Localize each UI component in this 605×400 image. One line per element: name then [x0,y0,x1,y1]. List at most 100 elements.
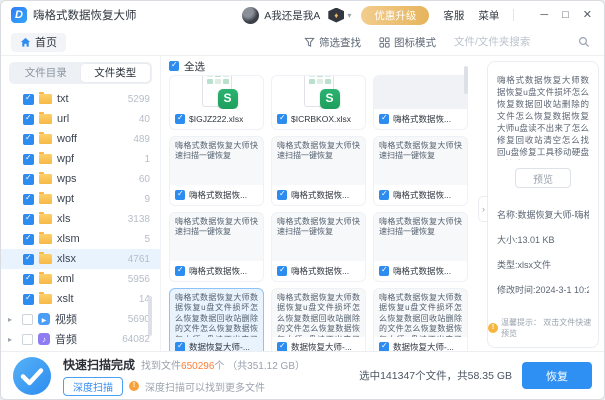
maximize-button[interactable]: □ [562,10,569,21]
checkbox[interactable] [23,214,34,225]
checkbox[interactable] [277,266,287,276]
file-card[interactable]: 嗨格式数据恢复大师快速扫描一键恢复嗨格式数据恢... [169,136,264,206]
checkbox[interactable] [277,342,287,351]
checkbox[interactable] [175,190,185,200]
filter-label: 筛选查找 [319,35,361,50]
deep-scan-button[interactable]: 深度扫描 [63,377,123,396]
checkbox[interactable] [379,342,389,351]
sidebar-item-url[interactable]: url40 [1,109,160,129]
excel-badge-icon: S [320,89,340,109]
file-card[interactable]: 嗨格式数据恢复大师快速扫描一键恢复嗨格式数据恢... [271,212,366,282]
file-type-name: wpf [57,153,74,165]
card-footer: 嗨格式数据恢... [170,261,263,281]
checkbox[interactable] [277,114,287,124]
card-footer: 数据恢复大师-... [272,337,365,351]
sidebar: 文件目录 文件类型 txt5299url40woff489wpf1wps60wp… [1,56,161,351]
detail-field: 修改时间:2024-3-1 10:25:31 [497,283,589,296]
chevron-down-icon[interactable]: ▾ [347,11,351,20]
minimize-button[interactable]: ─ [540,10,548,21]
sidebar-item-xlsx[interactable]: xlsx4761 [1,249,160,269]
checkbox[interactable] [23,294,34,305]
sidebar-item-wpt[interactable]: wpt9 [1,189,160,209]
search-input[interactable] [454,36,572,48]
sidebar-item-音频[interactable]: ▸音频64082 [1,329,160,349]
deep-scan-tip: 深度扫描可以找到更多文件 [145,379,265,394]
checkbox[interactable] [379,266,389,276]
checkbox[interactable] [23,254,34,265]
file-card[interactable]: S$ICRBKOX.xlsx [271,75,366,130]
close-button[interactable]: ✕ [583,10,592,21]
file-card[interactable]: 嗨格式数据恢... [373,75,468,130]
checkbox[interactable] [23,194,34,205]
checkbox[interactable] [22,334,33,345]
avatar[interactable] [242,7,259,24]
file-card[interactable]: 嗨格式数据恢复大师快速扫描一键恢复嗨格式数据恢... [169,212,264,282]
detail-panel: 嗨格式数据恢复大师数据恢复u盘文件损坏怎么恢复数据回收站删除的文件怎么恢复数据恢… [487,61,599,348]
file-card[interactable]: 嗨格式数据恢复大师快速扫描一键恢复嗨格式数据恢... [373,212,468,282]
sidebar-item-xslt[interactable]: xslt14 [1,289,160,309]
card-footer: 嗨格式数据恢... [272,185,365,205]
menu-link[interactable]: 菜单 [478,8,499,23]
checkbox[interactable] [175,342,185,351]
checkbox[interactable] [23,134,34,145]
sidebar-item-xml[interactable]: xml5956 [1,269,160,289]
sidebar-item-xlsm[interactable]: xlsm5 [1,229,160,249]
file-card[interactable]: S$IGJZ222.xlsx [169,75,264,130]
search-box [454,36,590,48]
recover-button[interactable]: 恢复 [522,362,592,389]
checkbox[interactable] [23,174,34,185]
home-tab[interactable]: 首页 [11,33,66,52]
sidebar-scrollbar[interactable] [148,296,152,336]
file-count: 5299 [128,94,150,105]
checkbox[interactable] [379,190,389,200]
checkbox[interactable] [175,114,185,124]
file-card[interactable]: 嗨格式数据恢复大师快速扫描一键恢复嗨格式数据恢... [373,136,468,206]
checkbox[interactable] [379,114,389,124]
search-icon[interactable] [578,36,590,48]
file-grid: S$IGJZ222.xlsxS$ICRBKOX.xlsx嗨格式数据恢...嗨格式… [169,75,477,351]
file-card[interactable]: 嗨格式数据恢复大师数据恢复u盘文件损坏怎么恢复数据回收站删除的文件怎么恢复数据恢… [169,288,264,351]
text-preview [374,76,467,109]
titlebar: D 嗨格式数据恢复大师 A我还是我A ♦ ▾ 优惠升级 客服 菜单 ─ □ ✕ [1,1,604,29]
card-footer: 数据恢复大师-... [374,337,467,351]
grid-scrollbar[interactable] [464,66,468,94]
checkbox[interactable] [23,114,34,125]
tab-file-type[interactable]: 文件类型 [81,64,151,82]
sidebar-item-wpf[interactable]: wpf1 [1,149,160,169]
selection-summary: 选中141347个文件，共58.35 GB [359,368,512,383]
file-card[interactable]: 嗨格式数据恢复大师快速扫描一键恢复嗨格式数据恢... [271,136,366,206]
select-all-checkbox[interactable] [169,61,179,71]
scan-info: 快速扫描完成 找到文件650296个 （共351.12 GB） 深度扫描 ! 深… [63,356,305,396]
upgrade-button[interactable]: 优惠升级 [361,6,429,25]
found-count: 650296 [181,361,214,372]
text-preview: 嗨格式数据恢复大师快速扫描一键恢复 [272,137,365,185]
checkbox[interactable] [23,154,34,165]
video-icon [38,313,50,325]
checkbox[interactable] [23,234,34,245]
sidebar-item-视频[interactable]: ▸视频5690 [1,309,160,329]
checkbox[interactable] [277,190,287,200]
vip-badge-icon[interactable]: ♦ [328,8,344,23]
sidebar-item-wps[interactable]: wps60 [1,169,160,189]
checkbox[interactable] [22,314,33,325]
file-type-name: txt [57,93,69,105]
checkbox[interactable] [23,274,34,285]
checkbox[interactable] [175,266,185,276]
file-count: 4761 [128,254,150,265]
preview-button[interactable]: 预览 [515,168,571,188]
tab-file-directory[interactable]: 文件目录 [11,64,81,82]
warning-icon: ! [129,381,139,391]
sidebar-item-xls[interactable]: xls3138 [1,209,160,229]
sidebar-item-woff[interactable]: woff489 [1,129,160,149]
checkbox[interactable] [23,94,34,105]
sidebar-item-txt[interactable]: txt 5299 [1,89,160,109]
icon-mode-button[interactable]: 图标模式 [379,35,436,50]
main-panel: 全选 S$IGJZ222.xlsxS$ICRBKOX.xlsx嗨格式数据恢...… [161,56,483,351]
expand-icon[interactable]: ▸ [8,315,17,324]
expand-icon[interactable]: ▸ [8,335,17,344]
file-card[interactable]: 嗨格式数据恢复大师数据恢复u盘文件损坏怎么恢复数据回收站删除的文件怎么恢复数据恢… [271,288,366,351]
filter-button[interactable]: 筛选查找 [304,35,361,50]
file-card[interactable]: 嗨格式数据恢复大师数据恢复u盘文件损坏怎么恢复数据回收站删除的文件怎么恢复数据恢… [373,288,468,351]
support-link[interactable]: 客服 [443,8,464,23]
file-count: 9 [144,194,150,205]
